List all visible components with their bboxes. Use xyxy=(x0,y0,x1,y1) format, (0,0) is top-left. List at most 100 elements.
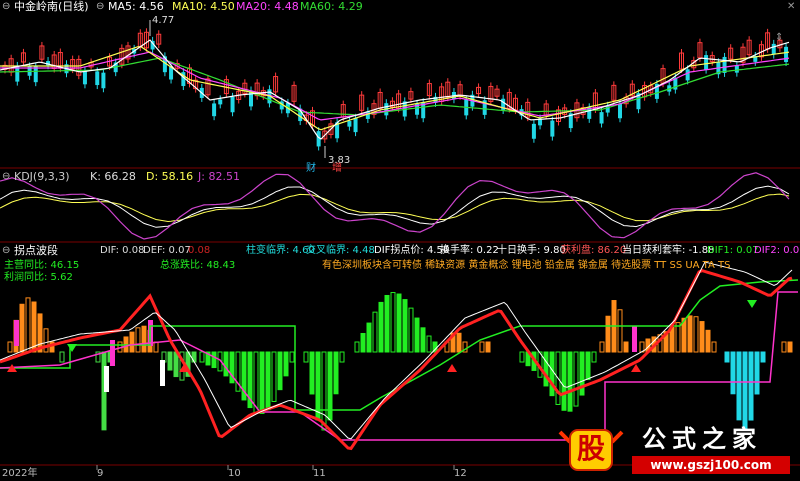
x-tick-label: 11 xyxy=(313,468,326,479)
price-chart xyxy=(0,20,790,158)
macd-bar xyxy=(167,351,173,371)
cross-threshold: 交叉临界: 4.48 xyxy=(306,245,375,256)
macd-bar xyxy=(354,341,360,353)
macd-bar xyxy=(19,303,25,353)
profit-ratio: 获利盘: 86.20 xyxy=(561,245,627,256)
event-marker-cai[interactable]: 财 xyxy=(306,162,316,175)
macd-bar xyxy=(135,327,141,353)
panel-toggle-icon[interactable]: ⊖ xyxy=(2,1,10,13)
macd-bar xyxy=(760,351,766,363)
candle-down xyxy=(771,43,776,55)
macd-bar xyxy=(223,351,229,377)
macd-bar xyxy=(384,294,390,353)
macd-bar xyxy=(277,351,283,391)
macd-bar xyxy=(675,322,681,353)
macd-bar xyxy=(754,351,760,395)
macd-bar xyxy=(339,351,345,363)
trend-line xyxy=(0,268,793,451)
candle-down xyxy=(212,103,217,117)
candle-down xyxy=(230,96,235,113)
highlight-bar xyxy=(160,360,165,386)
macd-bar xyxy=(372,311,378,353)
chart-canvas xyxy=(0,20,800,470)
macd-bar xyxy=(420,327,426,353)
bar-threshold: 柱变临界: 4.60 xyxy=(246,245,315,256)
macd-bar xyxy=(333,351,339,395)
macd-bar xyxy=(309,351,315,395)
macd-bar xyxy=(705,329,711,353)
macd-bar xyxy=(396,293,402,353)
macd-bar xyxy=(25,297,31,353)
kdj-d-line xyxy=(0,193,790,223)
indicator-toggle-icon[interactable]: ⊖ xyxy=(2,245,10,257)
macd-bar xyxy=(402,299,408,353)
ma5-legend: MA5: 4.56 xyxy=(108,0,164,13)
macd-bar xyxy=(787,341,793,353)
concept-tags: 有色深圳板块含可转债 稀缺资源 黄金概念 锂电池 铅金属 锑金属 待选股票 TT… xyxy=(322,260,731,271)
dif2-value: DIF2: 0.06 xyxy=(754,245,800,256)
candle-down xyxy=(722,56,727,73)
candle-down xyxy=(685,69,690,81)
macd-bar xyxy=(7,341,13,353)
logo-char: 股 xyxy=(576,432,605,465)
dif1-value: DIF1: 0.07 xyxy=(707,245,759,256)
ma20-legend: MA20: 4.48 xyxy=(236,0,299,13)
kdj-toggle-icon[interactable]: ⊖ xyxy=(2,171,10,183)
macd-bar xyxy=(599,341,605,353)
indicator-title: 拐点波段 xyxy=(14,244,58,257)
highlight-bar xyxy=(14,320,19,346)
x-tick-label: 9 xyxy=(97,468,104,479)
highlight-bar xyxy=(104,366,109,392)
macd-bar xyxy=(259,351,265,414)
macd-bar xyxy=(617,309,623,353)
macd-bar xyxy=(781,341,787,353)
macd-bar xyxy=(736,351,742,421)
brand-url: www.gszj100.com xyxy=(632,456,790,474)
macd-bar xyxy=(591,351,597,363)
macd-bar xyxy=(191,351,197,363)
watermark: 股 公式之家 www.gszj100.com xyxy=(556,424,798,476)
price-title: 中金岭南(日线) xyxy=(14,0,89,13)
macd-bar xyxy=(748,351,754,421)
macd-bar xyxy=(265,351,271,411)
macd-bar xyxy=(199,351,205,363)
macd-bar xyxy=(573,351,579,407)
macd-bar xyxy=(283,351,289,377)
macd-bar xyxy=(605,315,611,353)
macd-bar xyxy=(730,351,736,395)
macd-bar xyxy=(129,331,135,353)
total-change-ratio: 总涨跌比: 48.43 xyxy=(160,260,236,271)
candle-down xyxy=(531,123,536,139)
macd-bar xyxy=(59,351,65,363)
candle-down xyxy=(95,71,100,86)
candle-down xyxy=(218,99,223,105)
ma10-legend: MA10: 4.50 xyxy=(172,0,235,13)
macd-bar xyxy=(485,341,491,353)
candle-down xyxy=(33,66,38,83)
macd-bar xyxy=(724,351,730,363)
macd-bar xyxy=(173,351,179,378)
sell-signal-marker xyxy=(67,344,77,352)
macd-bar xyxy=(303,351,309,363)
kdj-j-legend: J: 82.51 xyxy=(198,170,240,183)
event-marker-zeng[interactable]: 增 xyxy=(332,162,342,175)
candle-down xyxy=(599,112,604,124)
candle-down xyxy=(550,120,555,137)
ma-settings-icon[interactable]: ⊖ xyxy=(96,1,104,13)
expand-icon[interactable]: ⇕ xyxy=(775,32,783,44)
highlight-bar xyxy=(110,340,115,366)
macd-bar xyxy=(360,332,366,353)
candle-down xyxy=(82,71,87,85)
macd-bar xyxy=(693,316,699,353)
dif-turn-price: DIF拐点价: 4.56 xyxy=(374,245,450,256)
x-axis xyxy=(96,465,455,470)
macd-bar xyxy=(366,322,372,353)
close-chart-icon[interactable]: ✕ xyxy=(787,1,795,13)
macd-bar xyxy=(561,351,567,411)
macd-bar xyxy=(141,325,147,353)
macd-bar xyxy=(687,315,693,353)
indicator-chart xyxy=(0,261,799,451)
ten-day-turnover: 十日换手: 9.80 xyxy=(497,245,566,256)
macd-bar xyxy=(153,341,159,353)
kdj-k-line xyxy=(0,185,790,228)
